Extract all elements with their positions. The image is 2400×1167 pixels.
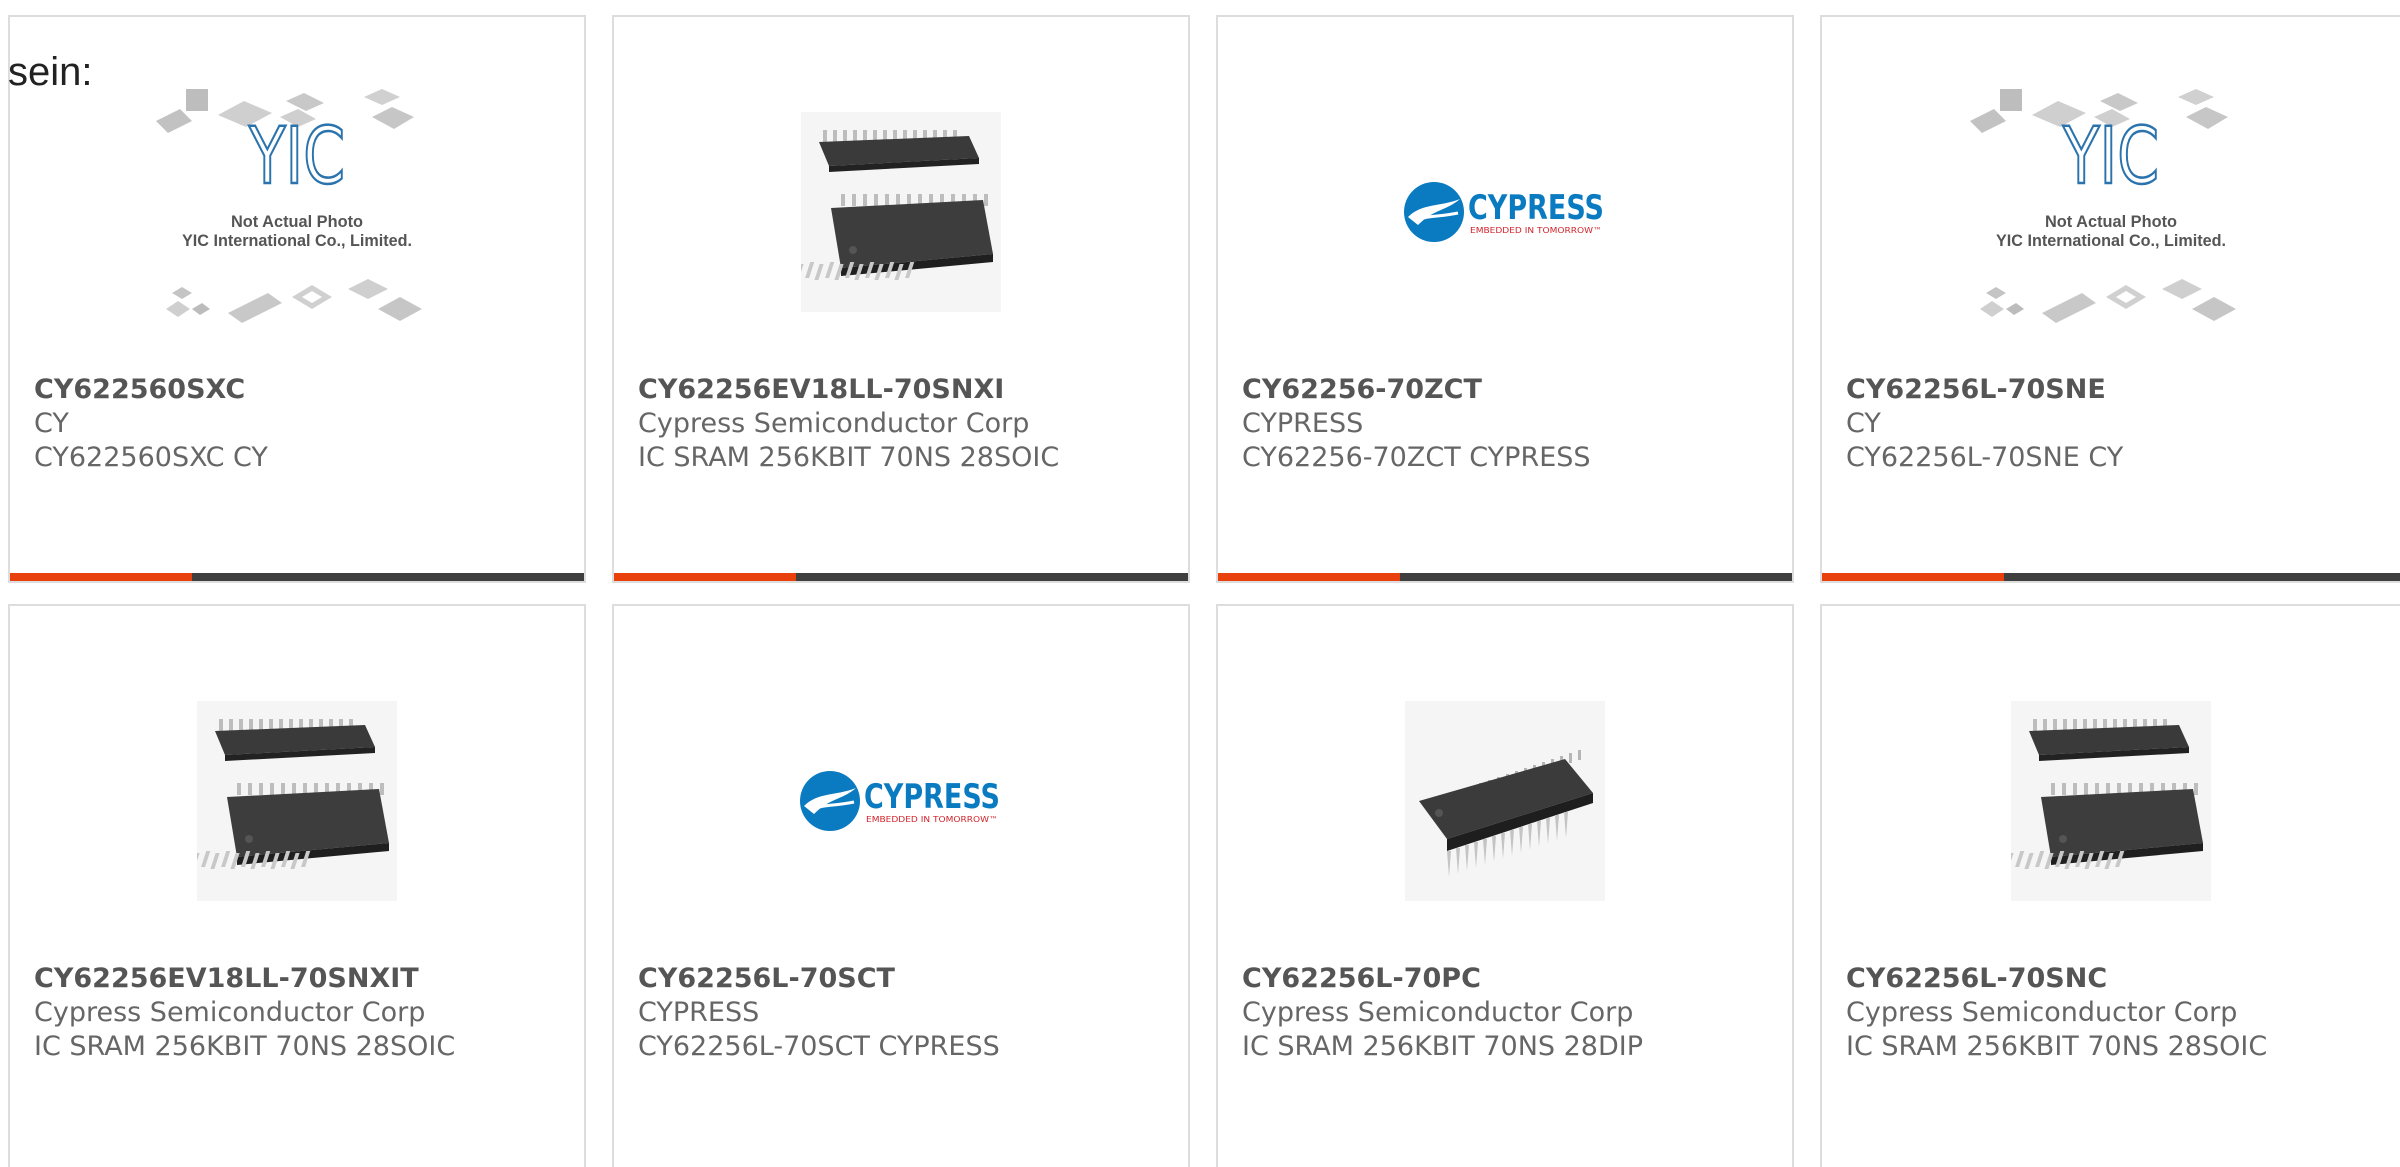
product-card[interactable]: CY62256L-70SNC Cypress Semiconductor Cor…	[1820, 604, 2400, 1167]
svg-text:EMBEDDED IN TOMORROW™: EMBEDDED IN TOMORROW™	[1470, 226, 1602, 235]
product-card[interactable]: CYPRESS EMBEDDED IN TOMORROW™ CY62256L-7…	[612, 604, 1190, 1167]
card-bottom-bar	[1218, 573, 1792, 581]
product-image[interactable]	[1822, 646, 2400, 956]
card-accent-bar	[10, 573, 192, 581]
product-part-number[interactable]: CY62256L-70SNC	[1846, 962, 2390, 996]
svg-text:Not Actual Photo: Not Actual Photo	[231, 212, 363, 231]
product-part-number[interactable]: CY622560SXC	[34, 373, 574, 407]
product-part-number[interactable]: CY62256EV18LL-70SNXIT	[34, 962, 574, 996]
product-part-number[interactable]: CY62256L-70SNE	[1846, 373, 2390, 407]
svg-text:YIC: YIC	[248, 112, 345, 202]
product-description: CY622560SXC CY	[34, 442, 268, 473]
product-card[interactable]: CYPRESS EMBEDDED IN TOMORROW™ CY62256-70…	[1216, 15, 1794, 583]
not-actual-photo-icon: YIC Not Actual Photo YIC International C…	[1970, 89, 2236, 323]
product-manufacturer: Cypress Semiconductor Corp	[638, 408, 1030, 439]
product-image[interactable]: YIC Not Actual Photo YIC International C…	[10, 57, 584, 367]
card-bottom-bar	[10, 573, 584, 581]
dip-chip-icon	[1405, 701, 1605, 901]
product-card[interactable]: YIC Not Actual Photo YIC International C…	[8, 15, 586, 583]
card-bottom-bar	[1822, 573, 2400, 581]
soic-chip-icon	[801, 112, 1001, 312]
cypress-logo-icon: CYPRESS EMBEDDED IN TOMORROW™	[1404, 182, 1604, 242]
product-description: IC SRAM 256KBIT 70NS 28DIP	[1242, 1031, 1644, 1062]
product-part-number[interactable]: CY62256L-70SCT	[638, 962, 1178, 996]
svg-text:EMBEDDED IN TOMORROW™: EMBEDDED IN TOMORROW™	[866, 815, 998, 824]
product-grid-page: sein: YIC Not Actual Photo YIC Internati…	[0, 0, 2400, 1167]
product-image[interactable]	[614, 57, 1188, 367]
product-manufacturer: CY	[1846, 408, 1881, 439]
product-manufacturer: CYPRESS	[638, 997, 760, 1028]
product-part-number[interactable]: CY62256L-70PC	[1242, 962, 1782, 996]
not-actual-photo-icon: YIC Not Actual Photo YIC International C…	[156, 89, 422, 323]
product-part-number[interactable]: CY62256-70ZCT	[1242, 373, 1782, 407]
intro-text: sein:	[8, 50, 93, 94]
product-manufacturer: CYPRESS	[1242, 408, 1364, 439]
soic-chip-icon	[197, 701, 397, 901]
card-accent-bar	[614, 573, 796, 581]
product-image[interactable]: CYPRESS EMBEDDED IN TOMORROW™	[1218, 57, 1792, 367]
product-image[interactable]	[10, 646, 584, 956]
product-image[interactable]	[1218, 646, 1792, 956]
product-image[interactable]: YIC Not Actual Photo YIC International C…	[1822, 57, 2400, 367]
product-manufacturer: Cypress Semiconductor Corp	[34, 997, 426, 1028]
product-description: IC SRAM 256KBIT 70NS 28SOIC	[1846, 1031, 2268, 1062]
product-manufacturer: CY	[34, 408, 69, 439]
svg-text:YIC International Co., Limited: YIC International Co., Limited.	[182, 231, 412, 250]
product-manufacturer: Cypress Semiconductor Corp	[1242, 997, 1634, 1028]
svg-text:CYPRESS: CYPRESS	[1468, 188, 1604, 228]
card-accent-bar	[1822, 573, 2004, 581]
product-card[interactable]: CY62256EV18LL-70SNXIT Cypress Semiconduc…	[8, 604, 586, 1167]
svg-text:YIC: YIC	[2062, 112, 2159, 202]
product-card[interactable]: CY62256EV18LL-70SNXI Cypress Semiconduct…	[612, 15, 1190, 583]
svg-text:Not Actual Photo: Not Actual Photo	[2045, 212, 2177, 231]
product-manufacturer: Cypress Semiconductor Corp	[1846, 997, 2238, 1028]
product-description: CY62256-70ZCT CYPRESS	[1242, 442, 1591, 473]
product-description: IC SRAM 256KBIT 70NS 28SOIC	[34, 1031, 456, 1062]
product-card[interactable]: YIC Not Actual Photo YIC International C…	[1820, 15, 2400, 583]
card-bottom-bar	[614, 573, 1188, 581]
card-accent-bar	[1218, 573, 1400, 581]
product-description: IC SRAM 256KBIT 70NS 28SOIC	[638, 442, 1060, 473]
cypress-logo-icon: CYPRESS EMBEDDED IN TOMORROW™	[800, 771, 1000, 831]
product-image[interactable]: CYPRESS EMBEDDED IN TOMORROW™	[614, 646, 1188, 956]
product-card[interactable]: CY62256L-70PC Cypress Semiconductor Corp…	[1216, 604, 1794, 1167]
product-part-number[interactable]: CY62256EV18LL-70SNXI	[638, 373, 1178, 407]
product-description: CY62256L-70SNE CY	[1846, 442, 2124, 473]
product-description: CY62256L-70SCT CYPRESS	[638, 1031, 1000, 1062]
svg-text:CYPRESS: CYPRESS	[864, 777, 1000, 817]
soic-chip-icon	[2011, 701, 2211, 901]
svg-text:YIC International Co., Limited: YIC International Co., Limited.	[1996, 231, 2226, 250]
